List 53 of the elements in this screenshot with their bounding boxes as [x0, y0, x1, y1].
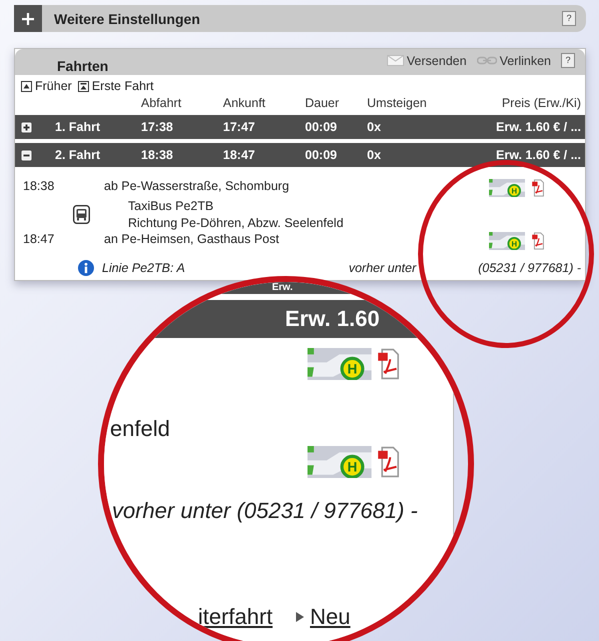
action-link[interactable]: Verlinken — [500, 54, 551, 68]
nav-link[interactable]: Erste Fahrt — [92, 79, 154, 93]
note-text: (05231 / 977681) - — [478, 261, 581, 275]
nav-link[interactable]: Früher — [35, 79, 72, 93]
trip-label: 1. Fahrt — [55, 120, 102, 134]
bus-icon — [73, 205, 90, 224]
changes-text: 0x — [367, 120, 382, 134]
stop-text: ab Pe-Wasserstraße, Schomburg — [104, 179, 290, 193]
pdf-icon[interactable] — [377, 348, 400, 380]
help-button[interactable]: ? — [561, 53, 575, 68]
pdf-icon[interactable] — [531, 232, 545, 250]
help-button[interactable]: ? — [562, 11, 576, 26]
column-header: Dauer — [305, 96, 340, 110]
section-title: Weitere Einstellungen — [54, 10, 201, 26]
departure-time: 18:38 — [141, 148, 174, 162]
note-text: vorher unter (05231 / 977681) - — [112, 498, 418, 524]
departure-time: 17:38 — [141, 120, 174, 134]
direction-text: Richtung Pe-Döhren, Abzw. Seelenfeld — [128, 216, 344, 230]
info-icon — [78, 260, 94, 276]
text-link[interactable]: Neu — [310, 604, 350, 630]
time-text: 18:47 — [23, 232, 56, 246]
expand-button[interactable] — [14, 5, 42, 32]
pdf-icon[interactable] — [531, 179, 545, 197]
column-header: Umsteigen — [367, 96, 428, 110]
duration-text: 00:09 — [305, 148, 338, 162]
duration-text: 00:09 — [305, 120, 338, 134]
pdf-icon[interactable] — [377, 446, 400, 478]
panel-title: Fahrten — [57, 58, 110, 75]
trip-row[interactable]: 1. Fahrt 17:38 17:47 00:09 0x Erw. 1.60 € / ... — [15, 115, 585, 139]
map-icon[interactable]: H — [307, 446, 372, 478]
note-text: vorher unter — [348, 261, 416, 275]
column-header: Abfahrt — [141, 96, 182, 110]
column-header: Preis (Erw./Ki) — [502, 96, 581, 110]
stop-text: enfeld — [110, 416, 170, 442]
stop-text: an Pe-Heimsen, Gasthaus Post — [104, 232, 280, 246]
arrival-time: 17:47 — [223, 120, 256, 134]
text-link[interactable]: iterfahrt — [198, 604, 273, 630]
minus-icon[interactable] — [21, 150, 32, 160]
plus-icon[interactable] — [21, 122, 32, 132]
time-text: 18:38 — [23, 179, 56, 193]
arrival-time: 18:47 — [223, 148, 256, 162]
price-text: Erw. 1.60 — [285, 305, 380, 333]
line-name: TaxiBus Pe2TB — [128, 199, 214, 213]
action-link[interactable]: Versenden — [406, 54, 467, 68]
price-text: Erw. 1.60 € / ... — [496, 120, 581, 134]
column-header: Ankunft — [223, 96, 266, 110]
note-text: Linie Pe2TB: A — [102, 261, 185, 275]
price-text: Erw. 1.60 € / ... — [496, 148, 581, 162]
map-icon[interactable]: H — [307, 348, 372, 380]
price-text: Erw. — [272, 282, 293, 294]
changes-text: 0x — [367, 148, 382, 162]
trip-label: 2. Fahrt — [55, 148, 102, 162]
trip-row[interactable]: 2. Fahrt 18:38 18:47 00:09 0x Erw. 1.60 € / ... — [15, 143, 585, 167]
